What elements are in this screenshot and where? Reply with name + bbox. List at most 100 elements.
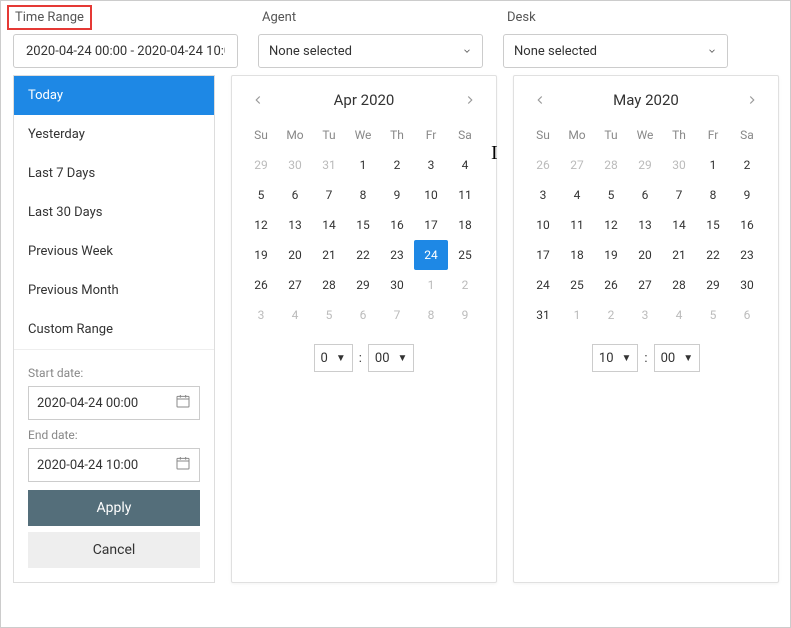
preset-previous-week[interactable]: Previous Week [14, 232, 214, 271]
start-date-input[interactable]: 2020-04-24 00:00 [28, 386, 200, 420]
calendar-day[interactable]: 4 [662, 300, 696, 330]
calendar-day[interactable]: 30 [730, 270, 764, 300]
calendar-day[interactable]: 23 [730, 240, 764, 270]
calendar-day[interactable]: 5 [594, 180, 628, 210]
time-range-field[interactable] [24, 43, 227, 60]
calendar-day[interactable]: 6 [278, 180, 312, 210]
end-date-input[interactable]: 2020-04-24 10:00 [28, 448, 200, 482]
preset-last-30-days[interactable]: Last 30 Days [14, 193, 214, 232]
desk-dropdown[interactable]: None selected [503, 34, 728, 68]
calendar-day[interactable]: 6 [346, 300, 380, 330]
calendar-day[interactable]: 18 [560, 240, 594, 270]
calendar-day[interactable]: 7 [662, 180, 696, 210]
next-month-button[interactable] [742, 90, 762, 110]
agent-dropdown[interactable]: None selected [258, 34, 483, 68]
calendar-day[interactable]: 27 [278, 270, 312, 300]
calendar-day[interactable]: 7 [312, 180, 346, 210]
calendar-day[interactable]: 8 [414, 300, 448, 330]
calendar-day[interactable]: 24 [526, 270, 560, 300]
calendar-day[interactable]: 16 [730, 210, 764, 240]
calendar-day[interactable]: 29 [696, 270, 730, 300]
calendar-day[interactable]: 19 [244, 240, 278, 270]
apply-button[interactable]: Apply [28, 490, 200, 526]
calendar-day[interactable]: 28 [312, 270, 346, 300]
calendar-day[interactable]: 31 [526, 300, 560, 330]
hour-select-left[interactable]: 0▼ [314, 344, 353, 372]
calendar-day[interactable]: 31 [312, 150, 346, 180]
calendar-day[interactable]: 14 [312, 210, 346, 240]
calendar-day[interactable]: 4 [278, 300, 312, 330]
next-month-button[interactable] [460, 90, 480, 110]
calendar-day[interactable]: 4 [448, 150, 482, 180]
calendar-day[interactable]: 3 [526, 180, 560, 210]
calendar-day[interactable]: 16 [380, 210, 414, 240]
calendar-day[interactable]: 18 [448, 210, 482, 240]
calendar-day[interactable]: 29 [244, 150, 278, 180]
calendar-day[interactable]: 11 [560, 210, 594, 240]
calendar-day[interactable]: 21 [312, 240, 346, 270]
calendar-day[interactable]: 25 [448, 240, 482, 270]
calendar-day[interactable]: 5 [696, 300, 730, 330]
calendar-day[interactable]: 1 [346, 150, 380, 180]
calendar-day[interactable]: 4 [560, 180, 594, 210]
calendar-day[interactable]: 20 [628, 240, 662, 270]
calendar-day[interactable]: 22 [696, 240, 730, 270]
calendar-day[interactable]: 1 [414, 270, 448, 300]
calendar-day[interactable]: 6 [628, 180, 662, 210]
calendar-day[interactable]: 3 [244, 300, 278, 330]
calendar-day[interactable]: 23 [380, 240, 414, 270]
calendar-day[interactable]: 26 [594, 270, 628, 300]
calendar-day[interactable]: 7 [380, 300, 414, 330]
calendar-day[interactable]: 25 [560, 270, 594, 300]
calendar-day[interactable]: 13 [628, 210, 662, 240]
calendar-day[interactable]: 12 [594, 210, 628, 240]
time-range-input[interactable] [13, 34, 238, 68]
calendar-day[interactable]: 12 [244, 210, 278, 240]
calendar-day[interactable]: 21 [662, 240, 696, 270]
calendar-day[interactable]: 30 [662, 150, 696, 180]
calendar-day[interactable]: 27 [628, 270, 662, 300]
calendar-day[interactable]: 2 [380, 150, 414, 180]
calendar-day[interactable]: 9 [448, 300, 482, 330]
calendar-day[interactable]: 2 [730, 150, 764, 180]
calendar-day[interactable]: 1 [560, 300, 594, 330]
minute-select-left[interactable]: 00▼ [368, 344, 415, 372]
calendar-day[interactable]: 3 [414, 150, 448, 180]
calendar-day[interactable]: 14 [662, 210, 696, 240]
prev-month-button[interactable] [530, 90, 550, 110]
calendar-day[interactable]: 11 [448, 180, 482, 210]
calendar-day[interactable]: 10 [414, 180, 448, 210]
calendar-day[interactable]: 24 [414, 240, 448, 270]
calendar-day[interactable]: 26 [526, 150, 560, 180]
calendar-day[interactable]: 5 [312, 300, 346, 330]
minute-select-right[interactable]: 00▼ [654, 344, 701, 372]
calendar-day[interactable]: 19 [594, 240, 628, 270]
calendar-day[interactable]: 17 [414, 210, 448, 240]
calendar-day[interactable]: 15 [696, 210, 730, 240]
cancel-button[interactable]: Cancel [28, 532, 200, 568]
calendar-day[interactable]: 1 [696, 150, 730, 180]
calendar-day[interactable]: 28 [662, 270, 696, 300]
preset-today[interactable]: Today [14, 76, 214, 115]
calendar-day[interactable]: 9 [380, 180, 414, 210]
calendar-day[interactable]: 13 [278, 210, 312, 240]
calendar-day[interactable]: 17 [526, 240, 560, 270]
preset-custom-range[interactable]: Custom Range [14, 310, 214, 349]
preset-previous-month[interactable]: Previous Month [14, 271, 214, 310]
calendar-day[interactable]: 6 [730, 300, 764, 330]
calendar-day[interactable]: 29 [346, 270, 380, 300]
prev-month-button[interactable] [248, 90, 268, 110]
calendar-day[interactable]: 30 [380, 270, 414, 300]
calendar-day[interactable]: 2 [594, 300, 628, 330]
calendar-day[interactable]: 22 [346, 240, 380, 270]
calendar-day[interactable]: 5 [244, 180, 278, 210]
calendar-day[interactable]: 30 [278, 150, 312, 180]
calendar-day[interactable]: 28 [594, 150, 628, 180]
preset-last-7-days[interactable]: Last 7 Days [14, 154, 214, 193]
calendar-day[interactable]: 2 [448, 270, 482, 300]
calendar-day[interactable]: 8 [346, 180, 380, 210]
calendar-day[interactable]: 27 [560, 150, 594, 180]
hour-select-right[interactable]: 10▼ [592, 344, 639, 372]
preset-yesterday[interactable]: Yesterday [14, 115, 214, 154]
calendar-day[interactable]: 9 [730, 180, 764, 210]
